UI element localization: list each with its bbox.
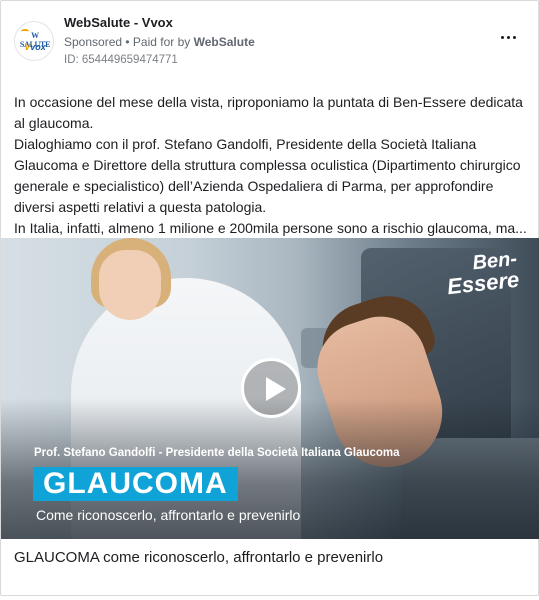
video-thumbnail[interactable]: Ben- Essere Prof. Stefano Gandolfi - Pre…: [1, 238, 539, 539]
avatar-logo-bottom: Vvox: [24, 42, 46, 52]
ad-card: W SALUTE Vvox WebSalute - Vvox Sponsored…: [0, 0, 539, 596]
body-line: al glaucoma.: [14, 115, 94, 131]
avatar[interactable]: W SALUTE Vvox: [14, 21, 54, 61]
ad-id: ID: 654449659474771: [64, 54, 178, 66]
video-title: GLAUCOMA: [43, 467, 228, 500]
video-title-box: GLAUCOMA: [33, 467, 238, 501]
sponsored-label: Sponsored: [64, 35, 123, 49]
page-name[interactable]: WebSalute - Vvox: [64, 15, 173, 30]
ben-essere-logo: Ben- Essere: [445, 247, 521, 300]
more-options-button[interactable]: [496, 25, 520, 49]
video-caption: Prof. Stefano Gandolfi - Presidente dell…: [34, 447, 400, 459]
play-icon[interactable]: [241, 358, 301, 418]
body-line: diversi aspetti relativi a questa patolo…: [14, 199, 267, 215]
body-line: In Italia, infatti, almeno 1 milione e 2…: [14, 220, 527, 236]
video-link-title[interactable]: GLAUCOMA come riconoscerlo, affrontarlo …: [14, 549, 383, 566]
sponsored-line: Sponsored • Paid for by WebSalute: [64, 35, 255, 49]
body-line: generale e specialistico) dell’Azienda O…: [14, 178, 494, 194]
more-horizontal-icon: [499, 35, 517, 39]
body-line: Glaucoma e Direttore della struttura com…: [14, 157, 521, 173]
ad-body-text: In occasione del mese della vista, ripro…: [14, 92, 530, 239]
paid-for-prefix: • Paid for by: [125, 35, 191, 49]
paid-for-by: WebSalute: [193, 35, 255, 49]
ad-header: W SALUTE Vvox WebSalute - Vvox Sponsored…: [1, 1, 538, 79]
video-subtitle: Come riconoscerlo, affrontarlo e preveni…: [36, 507, 301, 523]
body-line: In occasione del mese della vista, ripro…: [14, 94, 523, 110]
body-line: Dialoghiamo con il prof. Stefano Gandolf…: [14, 136, 477, 152]
